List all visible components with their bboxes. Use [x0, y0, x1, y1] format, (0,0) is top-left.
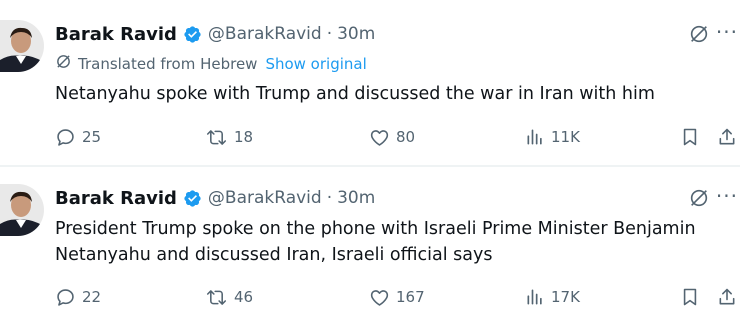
tweet-text: Netanyahu spoke with Trump and discussed…: [55, 81, 655, 107]
views-icon: [525, 127, 545, 147]
reply-icon: [55, 127, 76, 148]
translation-label: Translated from Hebrew: [78, 54, 258, 73]
tweet-text: President Trump spoke on the phone with …: [55, 216, 696, 268]
tweet-header: Barak Ravid @BarakRavid · 30m: [55, 21, 375, 47]
share-icon: [717, 286, 737, 308]
author-handle[interactable]: @BarakRavid: [208, 24, 322, 44]
action-bar: 25 18 80 11K: [55, 124, 740, 150]
reply-count: 25: [82, 128, 102, 146]
avatar[interactable]: [0, 20, 44, 72]
translation-notice: Translated from Hebrew Show original: [55, 53, 367, 74]
tweet-text-line: Netanyahu and discussed Iran, Israeli of…: [55, 245, 493, 265]
verified-badge-icon[interactable]: [183, 25, 202, 44]
share-button[interactable]: [717, 124, 737, 150]
views-button[interactable]: 17K: [525, 284, 580, 310]
like-count: 80: [396, 128, 416, 146]
bookmark-icon: [680, 286, 700, 308]
show-original-link[interactable]: Show original: [265, 55, 366, 73]
action-bar: 22 46 167 17K: [55, 284, 740, 310]
timeline: Barak Ravid @BarakRavid · 30m ··· Transl…: [0, 0, 740, 332]
bookmark-button[interactable]: [680, 124, 700, 150]
author-name[interactable]: Barak Ravid: [55, 188, 177, 209]
tweet[interactable]: Barak Ravid @BarakRavid · 30m ··· Transl…: [0, 0, 740, 165]
author-name[interactable]: Barak Ravid: [55, 24, 177, 45]
tweet-text-line: Netanyahu spoke with Trump and discussed…: [55, 84, 655, 104]
reply-count: 22: [82, 288, 102, 306]
grok-translate-icon[interactable]: [688, 23, 710, 49]
more-icon[interactable]: ···: [716, 186, 738, 206]
reply-icon: [55, 287, 76, 308]
tweet-text-line: President Trump spoke on the phone with …: [55, 219, 696, 239]
repost-count: 18: [234, 128, 254, 146]
more-icon[interactable]: ···: [716, 22, 738, 42]
like-button[interactable]: 80: [369, 124, 415, 150]
like-icon: [369, 287, 390, 308]
bookmark-icon: [680, 126, 700, 148]
views-icon: [525, 287, 545, 307]
repost-button[interactable]: 46: [205, 284, 253, 310]
repost-button[interactable]: 18: [205, 124, 253, 150]
views-count: 11K: [551, 128, 580, 146]
author-handle[interactable]: @BarakRavid: [208, 188, 322, 208]
tweet[interactable]: Barak Ravid @BarakRavid · 30m ··· Presid…: [0, 168, 740, 332]
timestamp[interactable]: 30m: [337, 188, 375, 208]
tweet-divider: [0, 165, 740, 167]
grok-translate-icon: [55, 53, 72, 74]
separator-dot: ·: [326, 188, 333, 208]
share-button[interactable]: [717, 284, 737, 310]
tweet-header: Barak Ravid @BarakRavid · 30m: [55, 185, 375, 211]
verified-badge-icon[interactable]: [183, 189, 202, 208]
like-count: 167: [396, 288, 425, 306]
timestamp[interactable]: 30m: [337, 24, 375, 44]
separator-dot: ·: [326, 24, 333, 44]
reply-button[interactable]: 25: [55, 124, 101, 150]
views-button[interactable]: 11K: [525, 124, 580, 150]
bookmark-button[interactable]: [680, 284, 700, 310]
like-icon: [369, 127, 390, 148]
like-button[interactable]: 167: [369, 284, 425, 310]
views-count: 17K: [551, 288, 580, 306]
repost-icon: [205, 127, 228, 148]
reply-button[interactable]: 22: [55, 284, 101, 310]
avatar[interactable]: [0, 184, 44, 236]
repost-icon: [205, 287, 228, 308]
grok-translate-icon[interactable]: [688, 187, 710, 213]
share-icon: [717, 126, 737, 148]
repost-count: 46: [234, 288, 254, 306]
